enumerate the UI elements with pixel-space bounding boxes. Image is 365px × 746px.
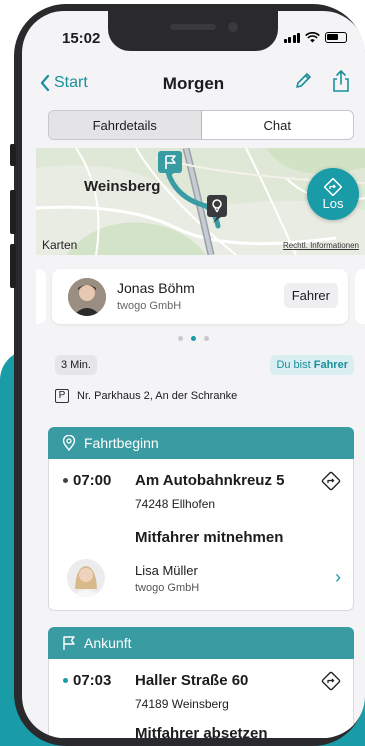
your-role-badge: Du bist Fahrer (270, 355, 354, 375)
signal-icon (283, 32, 300, 43)
parking-info: P Nr. Parkhaus 2, An der Schranke (55, 389, 237, 403)
bullet (63, 678, 68, 683)
role-badge: Fahrer (283, 283, 338, 308)
departure-block: 07:00 Am Autobahnkreuz 5 74248 Ellhofen … (48, 459, 354, 611)
route-map[interactable]: Weinsberg Los Karten Rechtl. Information… (36, 148, 365, 255)
driver-name: Jonas Böhm (117, 280, 195, 296)
page-title: Morgen (162, 74, 225, 93)
battery-icon (325, 32, 347, 43)
passenger-avatar (67, 559, 105, 597)
start-flag-marker (158, 151, 182, 179)
driver-avatar (68, 278, 106, 316)
arrival-block: 07:03 Haller Straße 60 74189 Weinsberg M… (48, 659, 354, 738)
tab-chat[interactable]: Chat (202, 111, 354, 139)
arrival-city: 74189 Weinsberg (135, 697, 229, 711)
passenger-name: Lisa Müller (135, 563, 198, 578)
phone-screen: 15:02 Start Morgen Fahrdetails Chat Wein… (22, 11, 365, 738)
volume-down-button (10, 244, 16, 288)
passenger-company: twogo GmbH (135, 582, 200, 594)
notch (108, 11, 278, 51)
parking-text: Nr. Parkhaus 2, An der Schranke (77, 390, 238, 402)
driver-carousel[interactable]: Jonas Böhm twogo GmbH Fahrer (36, 259, 365, 335)
tab-fahrdetails[interactable]: Fahrdetails (49, 111, 202, 139)
go-button-label: Los (322, 195, 344, 211)
legal-link[interactable]: Rechtl. Informationen (283, 241, 359, 250)
maps-attribution: Karten (42, 238, 78, 252)
departure-header: Fahrtbeginn (48, 427, 354, 459)
status-time: 15:02 (62, 30, 101, 47)
departure-time: 07:00 (63, 472, 111, 489)
mute-switch (10, 144, 16, 166)
directions-icon (324, 177, 342, 196)
arrival-street: Haller Straße 60 (135, 672, 249, 689)
page-indicator[interactable] (22, 336, 365, 341)
navigate-to-arrival-button[interactable] (321, 671, 341, 696)
passenger-row[interactable]: Lisa Müller twogo GmbH › (49, 555, 355, 605)
wifi-icon (305, 32, 320, 43)
navigation-bar: Start Morgen (22, 67, 365, 97)
departure-street: Am Autobahnkreuz 5 (135, 472, 285, 489)
previous-card-sliver (36, 269, 46, 324)
pencil-icon (296, 73, 311, 88)
share-icon (333, 70, 349, 92)
departure-city: 74248 Ellhofen (135, 497, 216, 511)
page-dot-active (191, 336, 196, 341)
edit-button[interactable] (293, 71, 313, 96)
driver-company: twogo GmbH (117, 300, 182, 312)
driver-card[interactable]: Jonas Böhm twogo GmbH Fahrer (52, 269, 348, 324)
flag-icon (63, 636, 75, 650)
next-card-sliver (355, 269, 365, 324)
duration-badge: 3 Min. (55, 355, 97, 375)
go-button[interactable]: Los (307, 168, 359, 220)
parking-icon: P (55, 389, 69, 403)
map-place-label: Weinsberg (84, 178, 161, 195)
chevron-right-icon: › (335, 567, 341, 587)
location-pin-icon (62, 435, 76, 451)
directions-icon (321, 471, 341, 491)
pickup-action-title: Mitfahrer mitnehmen (135, 529, 284, 546)
bullet (63, 478, 68, 483)
status-icons (283, 32, 347, 43)
speaker (170, 24, 216, 30)
directions-icon (321, 671, 341, 691)
navigate-to-departure-button[interactable] (321, 471, 341, 496)
front-camera (228, 22, 238, 32)
person-icon (68, 278, 106, 316)
volume-up-button (10, 190, 16, 234)
departure-header-label: Fahrtbeginn (84, 435, 159, 451)
page-dot (178, 336, 183, 341)
dropoff-action-title: Mitfahrer absetzen (135, 725, 268, 738)
share-button[interactable] (331, 69, 351, 98)
segmented-control: Fahrdetails Chat (48, 110, 354, 140)
arrival-header: Ankunft (48, 627, 354, 659)
arrival-header-label: Ankunft (84, 635, 132, 651)
arrival-time: 07:03 (63, 672, 111, 689)
person-icon (67, 559, 105, 597)
destination-pin-marker (207, 195, 227, 223)
page-dot (204, 336, 209, 341)
